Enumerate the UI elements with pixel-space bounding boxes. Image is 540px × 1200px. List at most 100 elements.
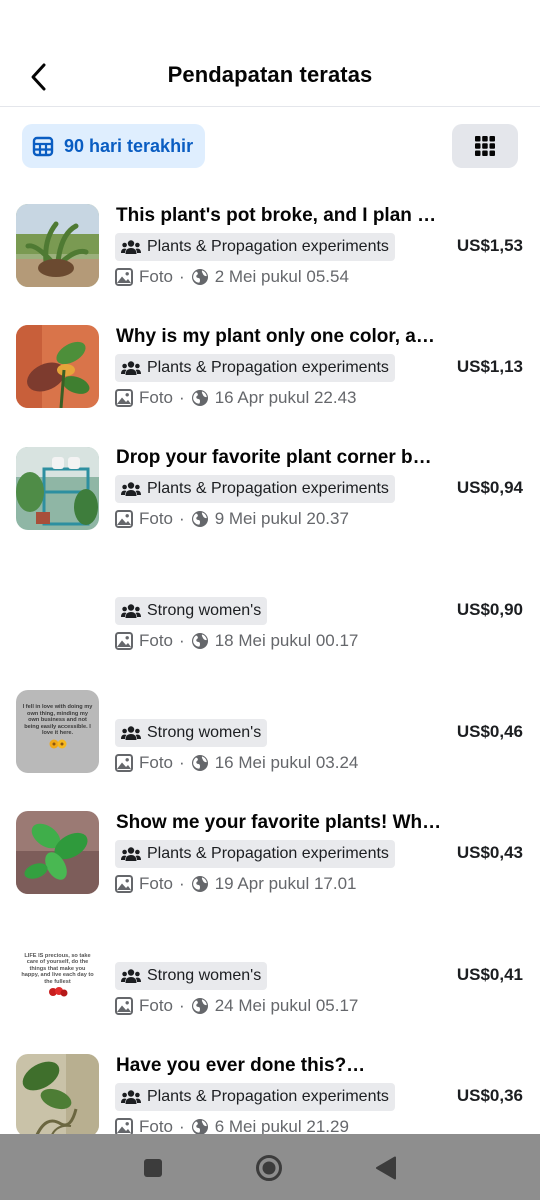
earning-amount: US$0,41: [456, 965, 523, 984]
list-item[interactable]: Show me your favorite plants! Whet… Plan…: [0, 797, 540, 918]
post-date: 2 Mei pukul 05.54: [214, 267, 349, 286]
group-name: Strong women's: [147, 602, 262, 619]
earning-amount: US$0,46: [456, 722, 523, 741]
page-title: Pendapatan teratas: [167, 62, 373, 87]
globe-icon: [191, 389, 209, 407]
list-item[interactable]: Drop your favorite plant corner belo… Pl…: [0, 432, 540, 553]
group-badge[interactable]: Plants & Propagation experiments: [115, 475, 395, 503]
post-date: 19 Apr pukul 17.01: [214, 874, 357, 893]
post-meta: Foto · 18 Mei pukul 00.17: [115, 631, 358, 651]
post-title: Drop your favorite plant corner belo…: [116, 447, 442, 468]
earning-amount: US$0,43: [456, 843, 523, 862]
group-badge[interactable]: Strong women's: [115, 719, 268, 747]
earning-amount: US$1,53: [456, 236, 523, 255]
square-icon: [144, 1159, 162, 1177]
group-name: Plants & Propagation experiments: [147, 238, 389, 255]
recents-button[interactable]: [137, 1152, 169, 1184]
photo-icon: [115, 510, 133, 528]
earning-amount: US$0,90: [456, 600, 523, 619]
post-type: Foto: [139, 388, 174, 407]
post-meta: Foto · 19 Apr pukul 17.01: [115, 874, 356, 894]
group-badge[interactable]: Plants & Propagation experiments: [115, 354, 395, 382]
earning-amount: US$1,13: [456, 357, 523, 376]
post-date: 24 Mei pukul 05.17: [214, 996, 359, 1015]
group-badge[interactable]: Plants & Propagation experiments: [115, 840, 395, 868]
post-type: Foto: [139, 996, 174, 1015]
group-icon: [121, 968, 141, 984]
list-item[interactable]: LIFE IS precious, so take care of yourse…: [0, 919, 540, 1040]
calendar-icon: [32, 136, 54, 157]
post-thumbnail: I fell in love with doing my own thing, …: [16, 690, 99, 773]
group-name: Plants & Propagation experiments: [147, 1088, 389, 1105]
photo-icon: [115, 268, 133, 286]
meta-separator: ·: [179, 874, 185, 893]
post-type: Foto: [139, 267, 174, 286]
photo-icon: [115, 875, 133, 893]
globe-icon: [191, 510, 209, 528]
post-meta: Foto · 16 Mei pukul 03.24: [115, 753, 358, 773]
group-badge[interactable]: Strong women's: [115, 597, 268, 625]
group-name: Strong women's: [147, 967, 262, 984]
post-thumbnail: [16, 1054, 99, 1137]
back-nav-button[interactable]: [370, 1152, 402, 1184]
thumbnail-quote-text: LIFE IS precious, so take care of yourse…: [21, 953, 94, 985]
earning-amount: US$0,94: [456, 478, 523, 497]
list-item[interactable]: This plant's pot broke, and I plan to… P…: [0, 190, 540, 311]
group-badge[interactable]: Plants & Propagation experiments: [115, 1083, 395, 1111]
globe-icon: [191, 268, 209, 286]
photo-icon: [115, 754, 133, 772]
post-thumbnail: [16, 204, 99, 287]
meta-separator: ·: [179, 631, 185, 650]
list-item[interactable]: Why is my plant only one color, and … Pl…: [0, 311, 540, 432]
photo-icon: [115, 632, 133, 650]
group-icon: [121, 481, 141, 497]
thumbnail-quote-text: I fell in love with doing my own thing, …: [22, 704, 93, 737]
date-range-filter[interactable]: 90 hari terakhir: [22, 124, 206, 168]
post-type: Foto: [139, 753, 174, 772]
post-title: This plant's pot broke, and I plan to…: [116, 205, 442, 226]
post-title: Have you ever done this?…: [116, 1055, 366, 1076]
list-item[interactable]: I fell in love with doing my own thing, …: [0, 676, 540, 797]
post-date: 9 Mei pukul 20.37: [214, 509, 349, 528]
list-item[interactable]: Strong women's Foto · 18 Mei pukul 00.17…: [0, 554, 540, 675]
post-date: 18 Mei pukul 00.17: [214, 631, 359, 650]
earning-amount: US$0,36: [456, 1086, 523, 1105]
post-date: 16 Mei pukul 03.24: [214, 753, 359, 772]
post-meta: Foto · 24 Mei pukul 05.17: [115, 996, 358, 1016]
meta-separator: ·: [179, 267, 185, 286]
post-type: Foto: [139, 631, 174, 650]
post-thumbnail: LIFE IS precious, so take care of yourse…: [16, 933, 99, 1016]
globe-icon: [191, 632, 209, 650]
post-meta: Foto · 16 Apr pukul 22.43: [115, 388, 356, 408]
post-type: Foto: [139, 874, 174, 893]
system-navigation-bar: [0, 1134, 540, 1200]
post-meta: Foto · 9 Mei pukul 20.37: [115, 509, 349, 529]
group-name: Plants & Propagation experiments: [147, 359, 389, 376]
group-name: Plants & Propagation experiments: [147, 845, 389, 862]
group-icon: [121, 603, 141, 619]
group-icon: [121, 239, 141, 255]
post-thumbnail: [16, 447, 99, 530]
post-title: Why is my plant only one color, and …: [116, 326, 442, 347]
globe-icon: [191, 754, 209, 772]
grid-view-button[interactable]: [452, 124, 518, 168]
group-name: Plants & Propagation experiments: [147, 480, 389, 497]
post-date: 16 Apr pukul 22.43: [214, 388, 357, 407]
group-icon: [121, 725, 141, 741]
post-type: Foto: [139, 509, 174, 528]
grid-icon: [475, 136, 495, 156]
group-badge[interactable]: Plants & Propagation experiments: [115, 233, 395, 261]
date-range-label: 90 hari terakhir: [64, 135, 194, 156]
globe-icon: [191, 875, 209, 893]
group-icon: [121, 1089, 141, 1105]
post-meta: Foto · 2 Mei pukul 05.54: [115, 267, 349, 287]
triangle-back-icon: [376, 1156, 396, 1180]
meta-separator: ·: [179, 509, 185, 528]
post-thumbnail: [16, 811, 99, 894]
globe-icon: [191, 997, 209, 1015]
group-badge[interactable]: Strong women's: [115, 962, 268, 990]
top-bar: Pendapatan teratas: [0, 0, 540, 107]
photo-icon: [115, 389, 133, 407]
home-button[interactable]: [253, 1152, 285, 1184]
circle-home-icon: [256, 1155, 282, 1181]
